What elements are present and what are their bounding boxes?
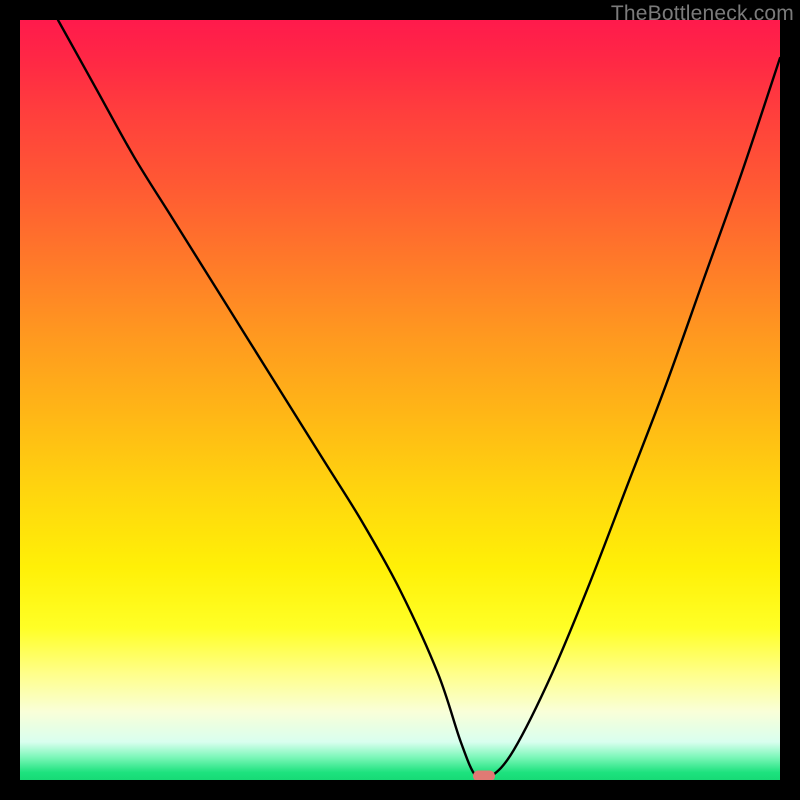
chart-frame: TheBottleneck.com (0, 0, 800, 800)
watermark-text: TheBottleneck.com (611, 2, 794, 26)
bottleneck-curve-path (58, 20, 780, 780)
curve-svg (20, 20, 780, 780)
plot-area (20, 20, 780, 780)
min-marker (473, 771, 495, 780)
